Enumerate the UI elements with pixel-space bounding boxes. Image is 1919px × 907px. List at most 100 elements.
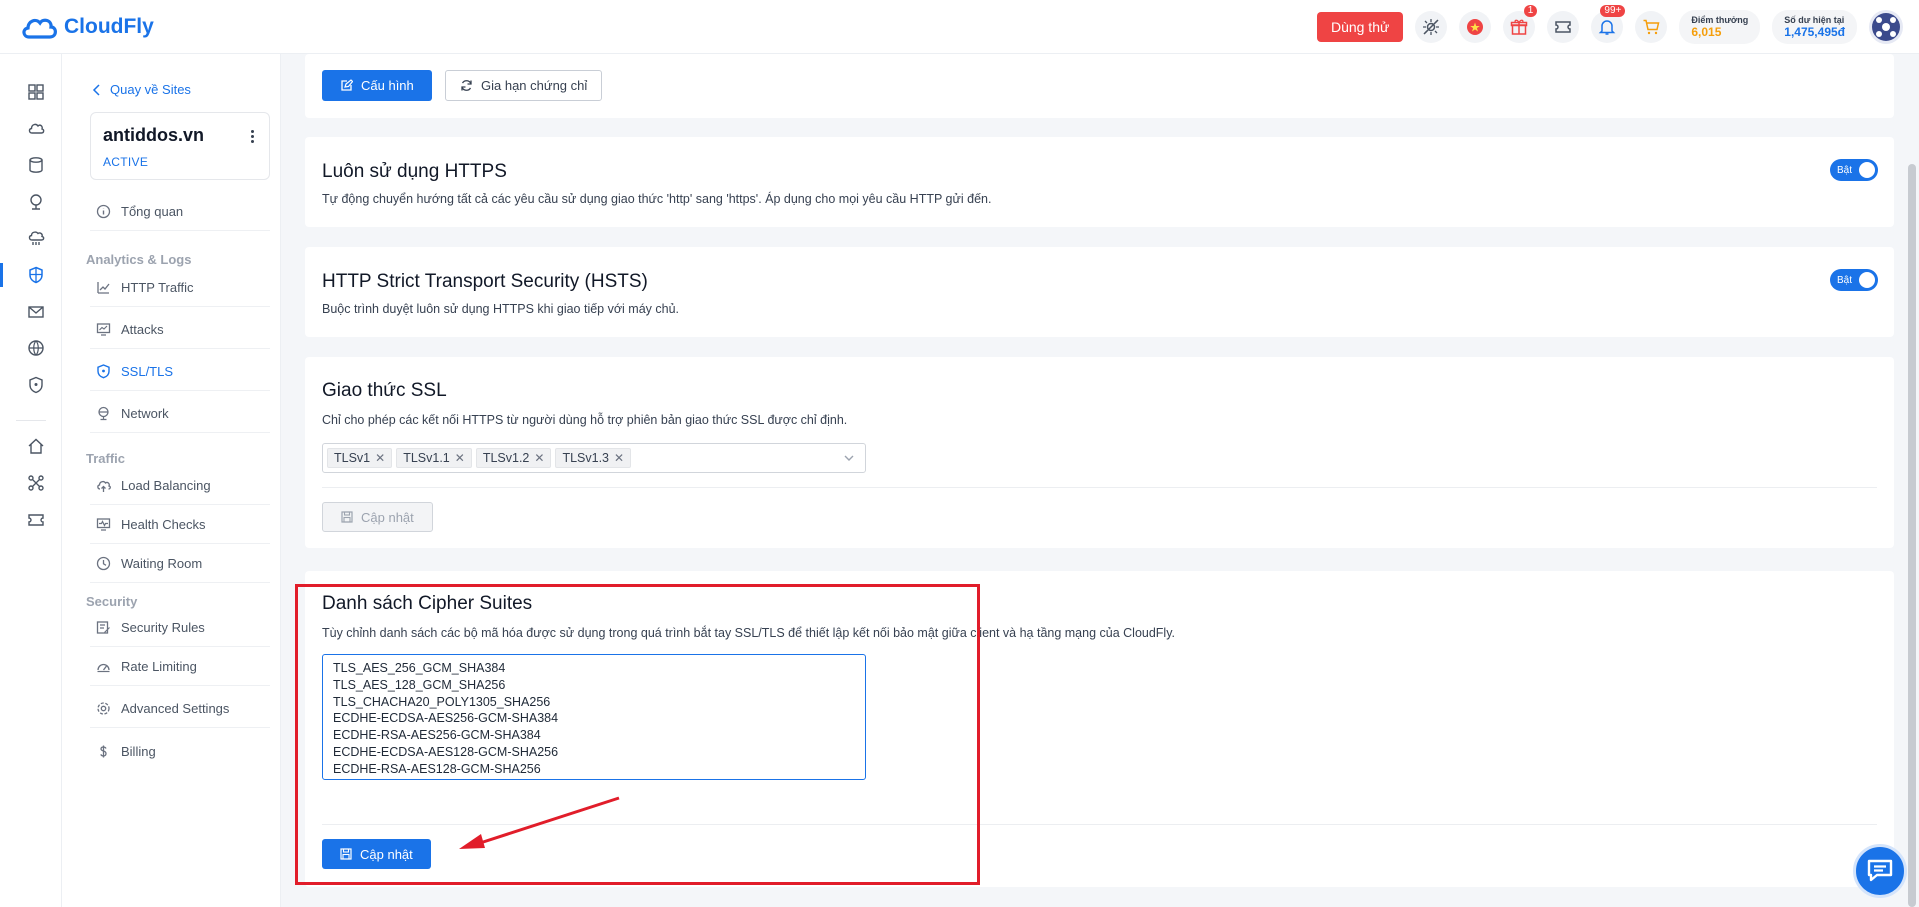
back-to-sites-link[interactable]: Quay về Sites xyxy=(92,82,191,97)
traffic-chart-icon xyxy=(97,282,110,294)
renew-certificate-button[interactable]: Gia hạn chứng chỉ xyxy=(445,70,603,101)
traffic-section-heading: Traffic xyxy=(86,451,126,466)
reward-points[interactable]: Điểm thưởng 6,015 xyxy=(1679,10,1761,44)
always-https-toggle[interactable]: Bật xyxy=(1830,159,1878,181)
page-scrollbar[interactable] xyxy=(1908,164,1916,907)
cloud-server-icon[interactable] xyxy=(26,118,46,138)
sidebar-item-overview[interactable]: Tổng quan xyxy=(90,193,270,231)
speedometer-icon xyxy=(97,663,110,673)
gear-icon xyxy=(97,702,110,715)
language-flag-icon[interactable] xyxy=(1459,11,1492,43)
cdn-cloud-icon[interactable] xyxy=(26,228,46,248)
site-card: antiddos.vn ACTIVE xyxy=(90,112,270,180)
chat-bubble-icon xyxy=(1867,859,1893,882)
protocol-tag-label: TLSv1.1 xyxy=(403,451,450,465)
protocol-tag: TLSv1.3 ✕ xyxy=(555,448,632,468)
sidebar-item-label: Tổng quan xyxy=(121,204,184,219)
ssl-protocol-description: Chỉ cho phép các kết nối HTTPS từ người … xyxy=(322,413,848,427)
clock-icon xyxy=(96,556,111,571)
integration-icon[interactable] xyxy=(26,473,46,493)
refresh-icon xyxy=(461,80,472,91)
sidebar-item-label: SSL/TLS xyxy=(121,364,174,379)
sidebar-item-attacks[interactable]: Attacks xyxy=(90,311,270,349)
voucher-icon[interactable] xyxy=(26,510,46,530)
ssl-update-button[interactable]: Cập nhật xyxy=(322,502,433,532)
sidebar-item-label: HTTP Traffic xyxy=(121,280,194,295)
avatar-pattern-icon xyxy=(1872,13,1900,41)
header-actions: Dùng thử 1 99+ Điểm thưởng 6,015 Số dư h… xyxy=(1316,5,1919,44)
bell-icon[interactable]: 99+ xyxy=(1591,5,1626,43)
cloud-upload-icon xyxy=(97,480,111,492)
configure-button-label: Cấu hình xyxy=(361,78,414,93)
sidebar-item-label: Network xyxy=(121,406,169,421)
configure-button[interactable]: Cấu hình xyxy=(322,70,432,101)
sidebar-item-advanced-settings[interactable]: Advanced Settings xyxy=(90,690,270,728)
info-icon xyxy=(96,204,111,219)
sidebar-item-rate-limiting[interactable]: Rate Limiting xyxy=(90,648,270,686)
sidebar-item-label: Advanced Settings xyxy=(121,701,230,716)
cloudfly-logo[interactable]: CloudFly xyxy=(20,12,154,42)
sidebar-item-label: Rate Limiting xyxy=(121,659,197,674)
card-divider xyxy=(322,487,1877,488)
reward-points-label: Điểm thưởng xyxy=(1691,15,1749,25)
database-icon[interactable] xyxy=(26,155,46,175)
site-name: antiddos.vn xyxy=(103,125,205,145)
protocol-tag-label: TLSv1.2 xyxy=(482,451,530,465)
chat-support-button[interactable] xyxy=(1853,844,1907,898)
gift-badge: 1 xyxy=(1523,5,1538,17)
sidebar-item-ssl-tls[interactable]: SSL/TLS xyxy=(90,353,270,391)
sidebar-item-http-traffic[interactable]: HTTP Traffic xyxy=(90,269,270,307)
ssl-protocol-select[interactable]: TLSv1 ✕ TLSv1.1 ✕ TLSv1.2 ✕ TLSv1.3 ✕ xyxy=(322,443,866,473)
mail-icon[interactable] xyxy=(26,302,46,322)
globe-network-icon[interactable] xyxy=(26,192,46,212)
user-avatar[interactable] xyxy=(1869,10,1903,44)
ticket-icon[interactable] xyxy=(1547,11,1580,43)
sidebar-item-label: Waiting Room xyxy=(121,556,203,571)
sidebar-item-network[interactable]: Network xyxy=(90,395,270,433)
sidebar-item-health-checks[interactable]: Health Checks xyxy=(90,506,270,544)
security-section-heading: Security xyxy=(86,594,138,609)
home-dollar-icon[interactable] xyxy=(26,436,46,456)
shield-icon[interactable] xyxy=(26,375,46,395)
trial-button[interactable]: Dùng thử xyxy=(1316,12,1404,42)
sidebar-item-label: Billing xyxy=(121,743,156,759)
site-menu-icon[interactable] xyxy=(245,127,259,145)
analytics-section-heading: Analytics & Logs xyxy=(86,252,192,267)
always-https-title: Luôn sử dụng HTTPS xyxy=(322,161,507,182)
annotation-arrow-icon xyxy=(459,796,620,849)
dashboard-icon[interactable] xyxy=(26,82,46,102)
theme-toggle-icon[interactable] xyxy=(1415,11,1448,43)
certificate-card: Cấu hình Gia hạn chứng chỉ xyxy=(305,54,1894,118)
sidebar-item-label: Health Checks xyxy=(121,517,206,532)
account-balance-label: Số dư hiện tại xyxy=(1784,15,1845,25)
site-status: ACTIVE xyxy=(103,155,149,169)
chevron-down-icon[interactable] xyxy=(843,452,855,464)
sidebar-item-security-rules[interactable]: Security Rules xyxy=(90,609,270,647)
hsts-title: HTTP Strict Transport Security (HSTS) xyxy=(322,271,648,292)
rail-active-indicator xyxy=(0,263,3,287)
account-balance[interactable]: Số dư hiện tại 1,475,495đ xyxy=(1772,10,1857,44)
dollar-icon xyxy=(100,745,107,757)
remove-tag-icon[interactable]: ✕ xyxy=(375,451,385,465)
sidebar-item-waiting-room[interactable]: Waiting Room xyxy=(90,545,270,583)
sidebar-item-load-balancing[interactable]: Load Balancing xyxy=(90,467,270,505)
brand-name: CloudFly xyxy=(64,15,154,38)
gift-icon[interactable]: 1 xyxy=(1503,5,1538,43)
sidebar-item-label: Security Rules xyxy=(121,620,205,635)
world-icon[interactable] xyxy=(26,338,46,358)
save-icon xyxy=(341,511,353,523)
hsts-toggle[interactable]: Bật xyxy=(1830,269,1878,291)
shield-globe-icon[interactable] xyxy=(26,265,46,285)
top-header: CloudFly Dùng thử 1 99+ Điểm thưởng 6,01… xyxy=(0,0,1919,54)
always-https-card: Luôn sử dụng HTTPS Tự động chuyển hướng … xyxy=(305,137,1894,227)
protocol-tag-label: TLSv1.3 xyxy=(562,451,610,465)
remove-tag-icon[interactable]: ✕ xyxy=(534,451,544,465)
hsts-toggle-label: Bật xyxy=(1837,274,1853,286)
sidebar-item-billing[interactable]: Billing xyxy=(90,732,270,770)
cart-icon[interactable] xyxy=(1635,11,1668,43)
remove-tag-icon[interactable]: ✕ xyxy=(614,451,624,465)
cloud-logo-icon xyxy=(22,18,57,39)
protocol-tag: TLSv1.2 ✕ xyxy=(475,448,552,468)
chevron-left-icon xyxy=(92,83,100,96)
remove-tag-icon[interactable]: ✕ xyxy=(455,451,465,465)
